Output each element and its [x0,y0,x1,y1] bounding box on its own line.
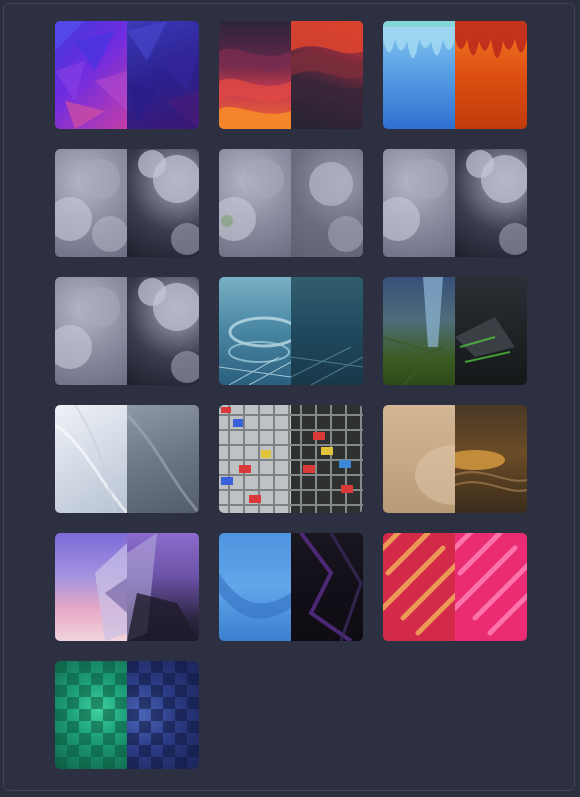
key-grid-icon [291,405,363,513]
wave-pattern-icon [415,445,455,505]
wallpaper-light-variant [219,277,291,385]
swirl-pattern-icon [219,316,291,385]
wallpaper-tile-purple-sky-crystal[interactable] [55,533,199,641]
crystal-pattern-icon [383,277,444,385]
wallpaper-light-variant [383,405,455,513]
wallpaper-tile-drip[interactable] [383,21,527,129]
checker-pattern-icon [55,661,127,769]
wallpaper-tile-keyboard[interactable] [219,405,363,513]
wallpaper-light-variant [55,661,127,769]
wallpaper-light-variant [383,21,455,129]
wallpaper-dark-variant [291,533,363,641]
wallpaper-dark-variant [127,405,199,513]
wallpaper-light-variant [219,405,291,513]
cloud-pattern-icon [219,159,284,241]
silk-pattern-icon [55,405,127,513]
wallpaper-dark-variant [455,149,527,257]
wallpaper-dark-variant [455,405,527,513]
key-grid-icon [219,405,291,513]
crystal-pattern-icon [127,533,199,641]
cloud-pattern-icon [383,159,448,241]
triangle-pattern-icon [55,21,127,129]
wallpaper-tile-clouds[interactable] [55,277,199,385]
wallpaper-tile-clouds[interactable] [383,149,527,257]
wallpaper-dark-variant [455,277,527,385]
wallpaper-tile-teal-swirl[interactable] [219,277,363,385]
wallpaper-tile-geometric-purple[interactable] [55,21,199,129]
wave-pattern-icon [291,21,363,104]
wallpaper-light-variant [383,149,455,257]
wallpaper-dark-variant [291,149,363,257]
wallpaper-dark-variant [127,21,199,129]
wallpaper-dark-variant [291,21,363,129]
crystal-pattern-icon [95,543,127,641]
pill-pattern-icon [383,533,455,636]
drip-pattern-icon [455,21,527,59]
wallpaper-dark-variant [127,277,199,385]
wallpaper-tile-wavy-red[interactable] [219,21,363,129]
wallpaper-light-variant [383,277,455,385]
wallpaper-tile-bronze-wave[interactable] [383,405,527,513]
wallpaper-light-variant [55,533,127,641]
wave-pattern-icon [219,48,291,129]
wallpaper-dark-variant [291,277,363,385]
cloud-pattern-icon [466,150,527,255]
wallpaper-dark-variant [291,405,363,513]
cloud-pattern-icon [291,149,363,257]
wallpaper-light-variant [219,533,291,641]
wallpaper-tile-white-silk[interactable] [55,405,199,513]
wallpaper-dark-variant [455,21,527,129]
crystal-pattern-icon [455,317,515,363]
cloud-pattern-icon [55,287,120,369]
wallpaper-tile-green-crystal[interactable] [383,277,527,385]
triangle-pattern-icon [127,21,199,129]
silk-pattern-icon [127,413,199,513]
wave-pattern-icon [455,450,527,492]
cloud-pattern-icon [55,159,127,252]
wallpaper-grid [55,21,527,769]
cloud-pattern-icon [138,150,199,255]
wallpaper-tile-green-blue-checker[interactable] [55,661,199,769]
wallpaper-tile-blue-ribbon[interactable] [219,533,363,641]
wallpaper-dark-variant [127,661,199,769]
wallpaper-light-variant [55,149,127,257]
cloud-pattern-icon [138,278,199,383]
ribbon-pattern-icon [299,533,363,641]
wallpaper-dark-variant [127,149,199,257]
drip-pattern-icon [383,21,455,59]
wallpaper-dark-variant [127,533,199,641]
wallpaper-tile-clouds[interactable] [55,149,199,257]
swirl-pattern-icon [291,346,363,385]
wallpaper-light-variant [55,405,127,513]
checker-pattern-icon [127,661,199,769]
pill-pattern-icon [455,533,527,636]
wallpaper-tile-clouds-green[interactable] [219,149,363,257]
wallpaper-light-variant [219,21,291,129]
wallpaper-light-variant [383,533,455,641]
wallpaper-tile-pink-pills[interactable] [383,533,527,641]
wallpaper-dark-variant [455,533,527,641]
wallpaper-light-variant [55,21,127,129]
ribbon-pattern-icon [219,573,291,619]
wallpaper-light-variant [219,149,291,257]
wallpaper-panel [3,3,575,791]
wallpaper-light-variant [55,277,127,385]
